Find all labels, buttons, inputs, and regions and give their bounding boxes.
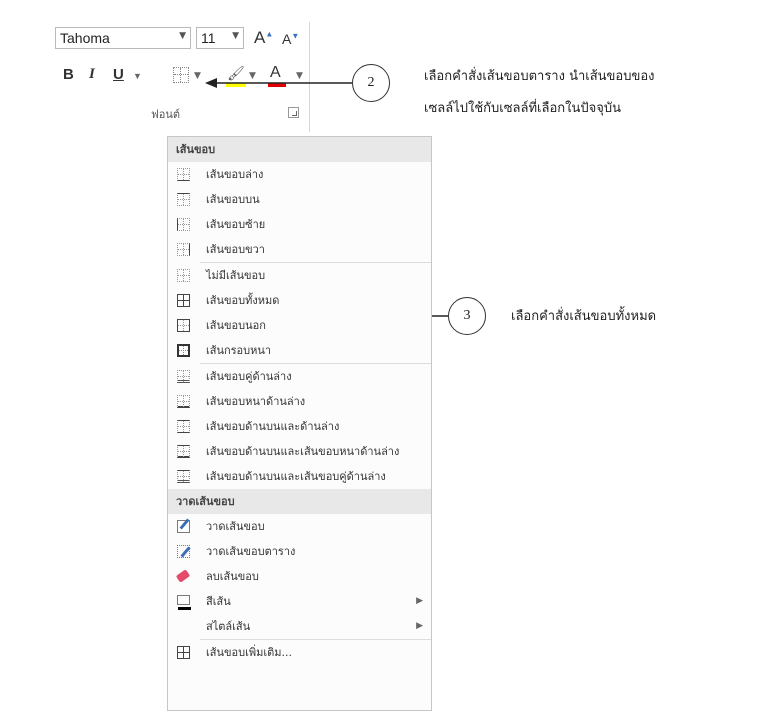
thick-bottom-border-icon [177,395,190,408]
top-border-icon [177,193,190,206]
menu-item-draw-border-grid[interactable]: วาดเส้นขอบตาราง [168,539,431,564]
menu-item-bottom-double-border[interactable]: เส้นขอบคู่ด้านล่าง [168,364,431,389]
thick-box-border-icon [177,344,190,357]
callout-3-number: 3 [448,297,486,335]
menu-item-top-bottom-border[interactable]: เส้นขอบด้านบนและด้านล่าง [168,414,431,439]
menu-item-more-borders[interactable]: เส้นขอบเพิ่มเติม... [168,640,431,665]
erase-border-icon [175,569,191,583]
menu-item-bottom-border[interactable]: เส้นขอบล่าง [168,162,431,187]
menu-item-line-color[interactable]: สีเส้น ▶ [168,589,431,614]
menu-item-no-border[interactable]: ไม่มีเส้นขอบ [168,263,431,288]
callout-2-arrowhead [205,78,217,88]
menu-item-outside-borders[interactable]: เส้นขอบนอก [168,313,431,338]
menu-item-thick-box-border[interactable]: เส้นกรอบหนา [168,338,431,363]
menu-item-right-border[interactable]: เส้นขอบขวา [168,237,431,262]
menu-item-top-double-bottom-border[interactable]: เส้นขอบด้านบนและเส้นขอบคู่ด้านล่าง [168,464,431,489]
line-color-icon [177,595,191,610]
draw-border-grid-icon [177,545,190,558]
menu-item-draw-border[interactable]: วาดเส้นขอบ [168,514,431,539]
top-double-bottom-border-icon [177,470,190,483]
menu-section-header-borders: เส้นขอบ [168,137,431,162]
bottom-border-icon [177,168,190,181]
more-borders-icon [177,646,190,659]
menu-item-top-border[interactable]: เส้นขอบบน [168,187,431,212]
menu-item-line-style[interactable]: สไตล์เส้น ▶ [168,614,431,639]
draw-border-icon [177,520,190,533]
submenu-arrow-icon: ▶ [416,596,423,606]
menu-item-all-borders[interactable]: เส้นขอบทั้งหมด [168,288,431,313]
menu-section-header-draw: วาดเส้นขอบ [168,489,431,514]
top-bottom-border-icon [177,420,190,433]
callout-3-text: เลือกคำสั่งเส้นขอบทั้งหมด [511,309,657,324]
right-border-icon [177,243,190,256]
menu-item-top-thick-bottom-border[interactable]: เส้นขอบด้านบนและเส้นขอบหนาด้านล่าง [168,439,431,464]
all-borders-icon [177,294,190,307]
borders-dropdown-menu: เส้นขอบ เส้นขอบล่าง เส้นขอบบน เส้นขอบซ้า… [167,136,432,711]
top-thick-bottom-border-icon [177,445,190,458]
menu-item-erase-border[interactable]: ลบเส้นขอบ [168,564,431,589]
callout-2-number: 2 [352,64,390,102]
menu-item-left-border[interactable]: เส้นขอบซ้าย [168,212,431,237]
bottom-double-border-icon [177,370,190,383]
submenu-arrow-icon: ▶ [416,621,423,631]
callout-2-text-line1: เลือกคำสั่งเส้นขอบตาราง นำเส้นขอบของ [424,69,655,84]
left-border-icon [177,218,190,231]
callout-2-text-line2: เซลล์ไปใช้กับเซลล์ที่เลือกในปัจจุบัน [424,101,621,116]
menu-item-thick-bottom-border[interactable]: เส้นขอบหนาด้านล่าง [168,389,431,414]
outside-borders-icon [177,319,190,332]
no-border-icon [177,269,190,282]
